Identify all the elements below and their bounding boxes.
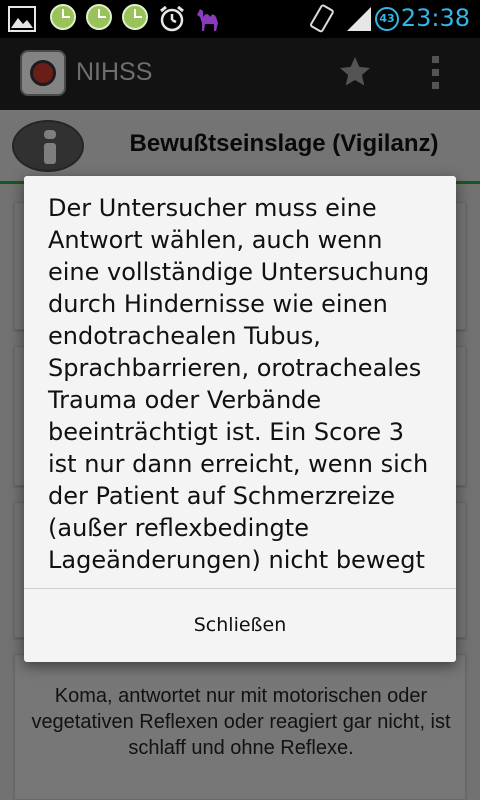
status-bar: 43 23:38 [0, 0, 480, 38]
rotate-icon [310, 4, 334, 33]
dialog-message: Der Untersucher muss eine Antwort wählen… [48, 194, 430, 574]
battery-icon: 43 [375, 7, 399, 31]
dialog-scrim-top [0, 38, 480, 110]
clock-icon [50, 4, 76, 30]
info-dialog: Der Untersucher muss eine Antwort wählen… [24, 176, 456, 662]
clock-icon [86, 4, 112, 30]
clock-icon [122, 4, 148, 30]
camel-icon [197, 9, 218, 31]
close-button[interactable]: Schließen [24, 589, 456, 662]
status-time: 23:38 [400, 4, 470, 32]
battery-level: 43 [379, 12, 395, 25]
alarm-icon [160, 6, 184, 32]
image-icon [8, 6, 36, 32]
signal-icon [347, 7, 371, 31]
